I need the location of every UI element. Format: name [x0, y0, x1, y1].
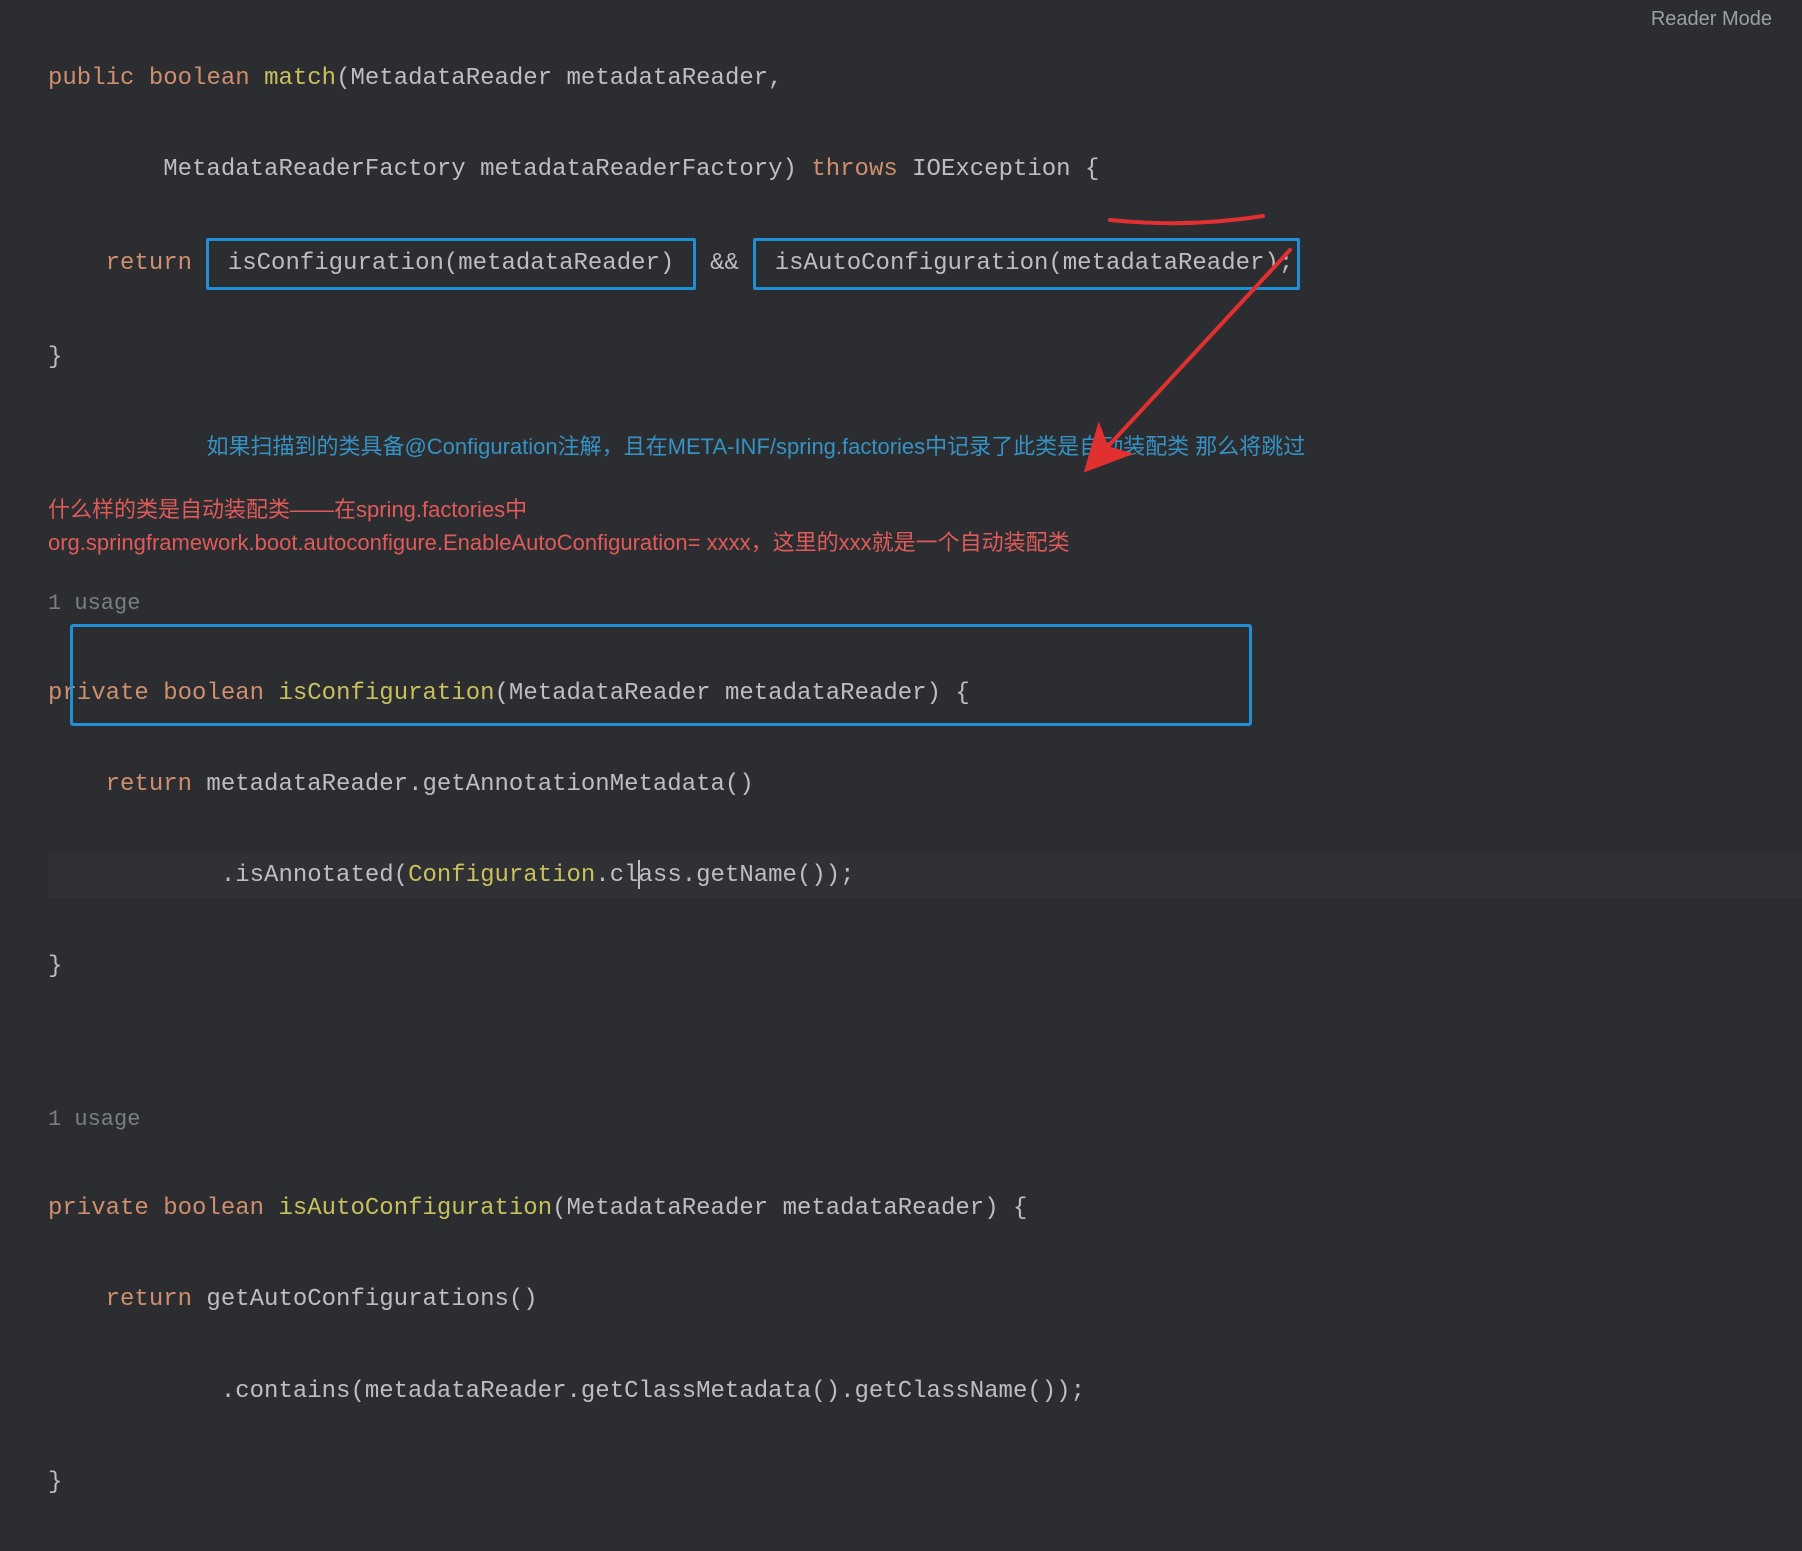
text: IOException {	[898, 156, 1100, 183]
brace: }	[48, 344, 62, 371]
indent	[48, 250, 106, 277]
keyword: public	[48, 65, 134, 92]
keyword: throws	[811, 156, 897, 183]
indent	[48, 1378, 221, 1405]
keyword: boolean	[163, 1195, 264, 1222]
method-name: isAutoConfiguration	[278, 1195, 552, 1222]
method-name: match	[264, 65, 336, 92]
class-ref: Configuration	[408, 862, 595, 889]
indent	[48, 771, 106, 798]
params: MetadataReaderFactory metadataReaderFact…	[163, 156, 811, 183]
indent	[48, 156, 163, 183]
highlight-box-large	[70, 624, 1252, 726]
highlight-box-2: isAutoConfiguration(metadataReader);	[753, 238, 1300, 290]
code-line: return isConfiguration(metadataReader) &…	[48, 238, 1802, 290]
text: getAutoConfigurations()	[192, 1286, 538, 1313]
code-line: 如果扫描到的类具备@Configuration注解，且在META-INF/spr…	[48, 426, 1802, 472]
keyword: boolean	[149, 65, 250, 92]
highlight-box-1: isConfiguration(metadataReader)	[206, 238, 695, 290]
code-line: public boolean match(MetadataReader meta…	[48, 56, 1802, 102]
code-line: }	[48, 335, 1802, 381]
code-line: return getAutoConfigurations()	[48, 1277, 1802, 1323]
code-line: return metadataReader.getAnnotationMetad…	[48, 762, 1802, 808]
params: (MetadataReader metadataReader) {	[552, 1195, 1027, 1222]
code-line: private boolean isAutoConfiguration(Meta…	[48, 1186, 1802, 1232]
keyword: return	[106, 1286, 192, 1313]
text: metadataReader.getAnnotationMetadata()	[192, 771, 754, 798]
brace: }	[48, 953, 62, 980]
code-editor[interactable]: public boolean match(MetadataReader meta…	[0, 0, 1802, 1551]
brace: }	[48, 1469, 62, 1496]
text: .contains(metadataReader.getClassMetadat…	[221, 1378, 1085, 1405]
usage-hint[interactable]: 1 usage	[48, 583, 1802, 625]
code-line: MetadataReaderFactory metadataReaderFact…	[48, 147, 1802, 193]
usage-hint[interactable]: 1 usage	[48, 1099, 1802, 1141]
params: (MetadataReader metadataReader,	[336, 65, 782, 92]
indent	[48, 862, 221, 889]
text: ass	[639, 862, 682, 889]
annotation-comment: 如果扫描到的类具备@Configuration注解，且在META-INF/spr…	[206, 434, 1305, 459]
text: .cl	[595, 862, 638, 889]
blank-line	[48, 1035, 1802, 1053]
keyword: return	[106, 771, 192, 798]
text: .getName());	[682, 862, 855, 889]
keyword: return	[106, 250, 192, 277]
code-line: }	[48, 1460, 1802, 1506]
indent	[48, 1286, 106, 1313]
code-line: .contains(metadataReader.getClassMetadat…	[48, 1369, 1802, 1415]
code-line-caret: .isAnnotated(Configuration.class.getName…	[48, 853, 1802, 899]
keyword: private	[48, 1195, 149, 1222]
annotation-red-2: org.springframework.boot.autoconfigure.E…	[48, 525, 1070, 557]
text: .isAnnotated(	[221, 862, 408, 889]
operator: &&	[696, 250, 754, 277]
indent	[48, 435, 206, 462]
code-line: }	[48, 944, 1802, 990]
space	[192, 250, 206, 277]
annotation-red-1: 什么样的类是自动装配类——在spring.factories中	[48, 492, 527, 524]
